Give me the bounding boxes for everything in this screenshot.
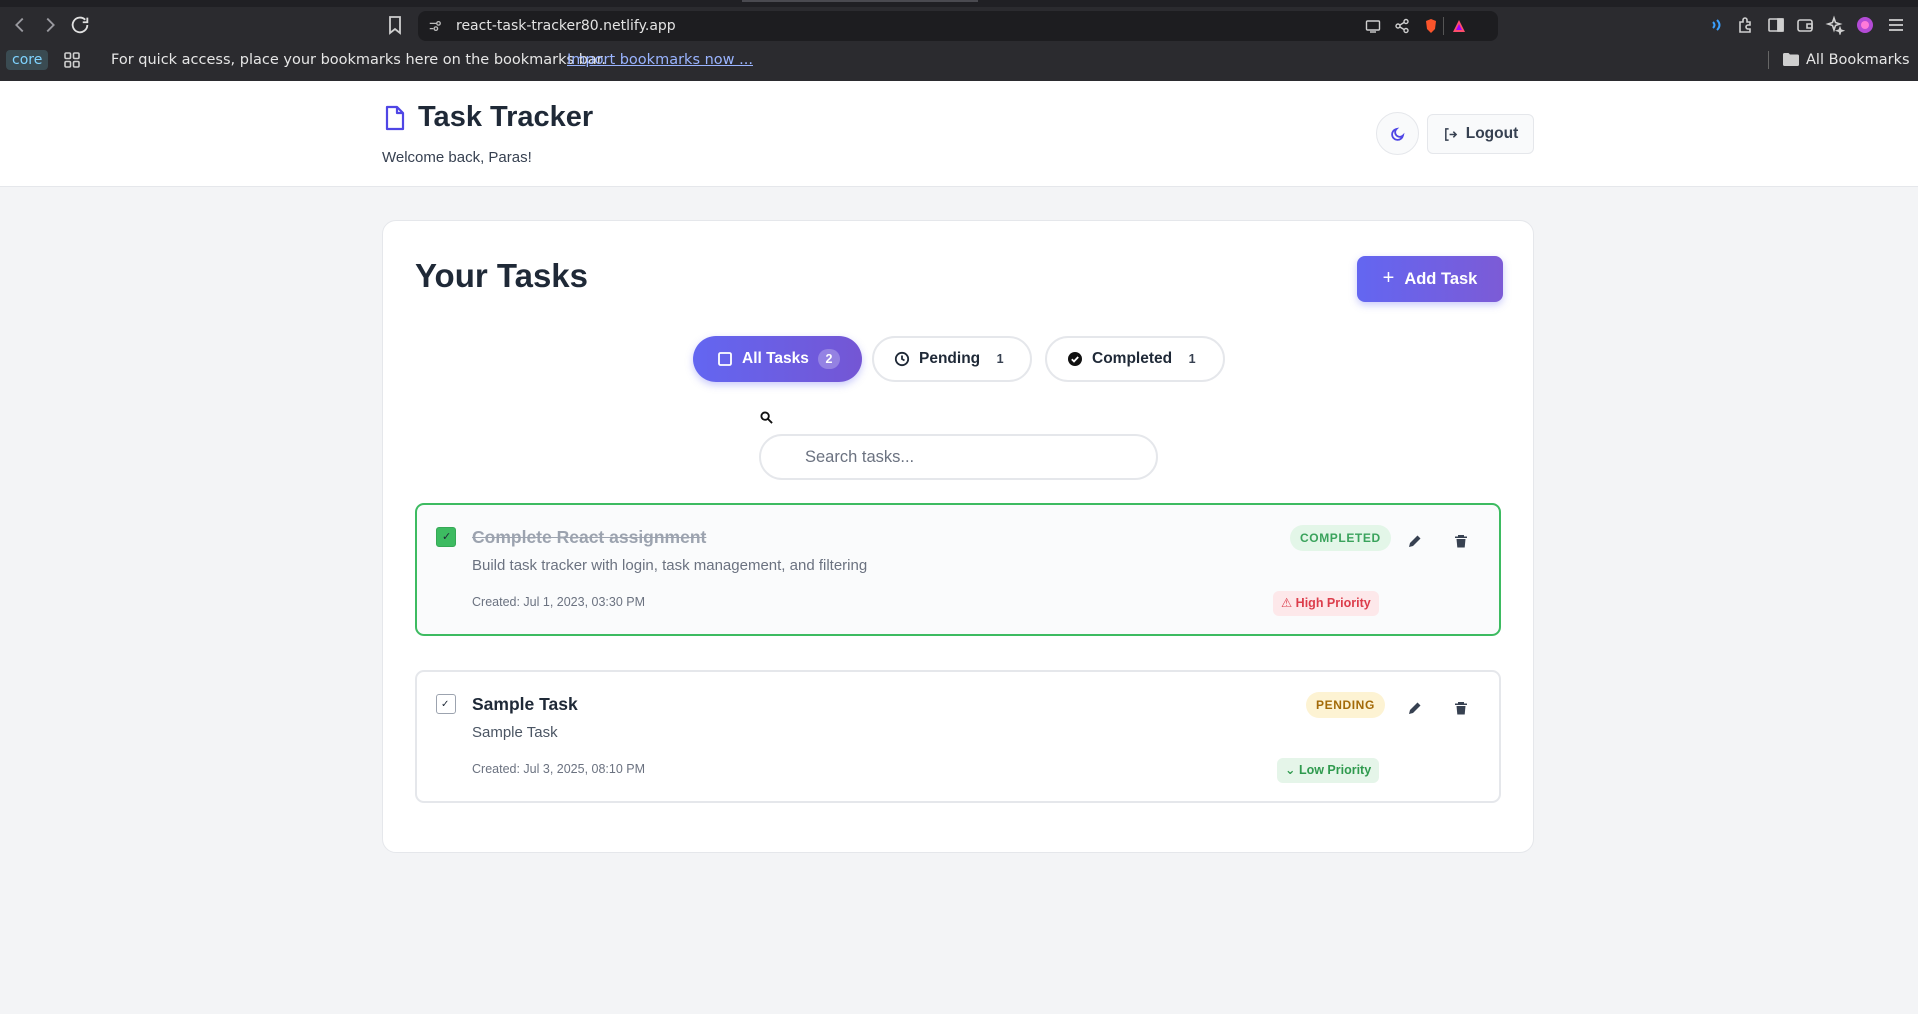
leo-ai-icon[interactable] [1825,15,1846,36]
welcome-message: Welcome back, Paras! [382,149,532,166]
share-icon[interactable] [1394,18,1410,34]
cast-icon[interactable] [1365,18,1381,34]
task-created-date: Created: Jul 1, 2023, 03:30 PM [472,595,646,609]
filter-all-tasks[interactable]: All Tasks 2 [693,336,862,382]
filter-label: Pending [919,350,981,367]
logout-button[interactable]: Logout [1427,114,1534,154]
reload-icon[interactable] [69,14,91,36]
pencil-icon [1409,702,1421,714]
plus-icon: + [1382,266,1395,289]
app-header: Task Tracker Welcome back, Paras! Logout [0,81,1918,187]
checkmark-icon: ✓ [442,531,452,543]
check-circle-icon [1068,352,1082,366]
task-description: Build task tracker with login, task mana… [472,557,868,574]
browser-chrome: react-task-tracker80.netlify.app core Fo… [0,0,1918,81]
active-tab-indicator[interactable] [742,0,978,2]
square-icon [718,352,732,366]
filter-label: All Tasks [742,350,809,367]
bookmark-page-icon[interactable] [386,15,404,35]
filter-count: 1 [1188,352,1196,366]
status-badge: COMPLETED [1290,525,1391,551]
task-title: Complete React assignment [472,527,707,547]
all-bookmarks-label: All Bookmarks [1806,52,1910,68]
apps-grid-icon[interactable] [63,51,81,69]
delete-task-button[interactable] [1453,533,1469,549]
pencil-icon [1409,535,1421,547]
edit-task-button[interactable] [1407,533,1423,549]
task-description: Sample Task [472,724,558,741]
profile-chip[interactable]: core [6,50,49,70]
urlbar-divider [1443,17,1444,35]
priority-badge: ⌄ Low Priority [1277,758,1380,783]
filter-count: 2 [817,349,840,369]
add-task-button[interactable]: + Add Task [1357,256,1503,302]
logout-label: Logout [1465,125,1519,142]
wallet-icon[interactable] [1795,15,1815,35]
task-card: ✓ Sample Task Sample Task Created: Jul 3… [415,670,1501,803]
app-title: Task Tracker [418,101,594,133]
brave-rewards-icon[interactable] [1451,18,1467,34]
folder-icon [1783,53,1799,66]
theme-toggle-button[interactable] [1376,112,1419,155]
task-title: Sample Task [472,694,578,714]
delete-task-button[interactable] [1453,700,1469,716]
filter-count: 1 [996,352,1004,366]
back-icon[interactable] [9,14,31,36]
import-bookmarks-link[interactable]: Import bookmarks now ... [567,52,753,68]
filter-label: Completed [1092,350,1173,367]
checkmark-icon: ✓ [441,699,450,710]
section-title: Your Tasks [415,257,589,294]
address-bar[interactable]: react-task-tracker80.netlify.app [418,11,1498,41]
filter-pending[interactable]: Pending 1 [872,336,1032,382]
reader-audio-icon[interactable] [1706,15,1726,35]
filter-completed[interactable]: Completed 1 [1045,336,1225,382]
task-checkbox[interactable]: ✓ [436,694,456,714]
sidebar-icon[interactable] [1766,15,1786,35]
bookmarks-divider [1768,51,1769,69]
tasks-card: Your Tasks + Add Task All Tasks 2 Pendin… [382,220,1534,853]
task-card: ✓ Complete React assignment Build task t… [415,503,1501,636]
search-input[interactable] [759,434,1158,480]
site-settings-icon[interactable] [428,19,442,33]
priority-badge: ⚠ High Priority [1273,591,1379,616]
profile-avatar-icon[interactable] [1855,15,1875,35]
bookmarks-bar: core For quick access, place your bookma… [0,47,1918,75]
add-task-label: Add Task [1404,269,1478,288]
search-icon [760,411,773,424]
moon-icon [1390,127,1404,141]
forward-icon[interactable] [39,14,61,36]
brave-shield-icon[interactable] [1423,18,1439,34]
logout-icon [1444,127,1457,141]
menu-icon[interactable] [1886,15,1906,35]
document-icon [384,105,406,131]
task-checkbox[interactable]: ✓ [436,527,456,547]
clock-icon [894,351,910,367]
edit-task-button[interactable] [1407,700,1423,716]
trash-icon [1455,535,1467,548]
url-text[interactable]: react-task-tracker80.netlify.app [456,18,676,34]
task-created-date: Created: Jul 3, 2025, 08:10 PM [472,762,646,776]
tab-strip [0,0,1918,7]
extensions-icon[interactable] [1736,15,1756,35]
status-badge: PENDING [1306,692,1385,718]
trash-icon [1455,702,1467,715]
bookmarks-hint: For quick access, place your bookmarks h… [111,52,607,68]
